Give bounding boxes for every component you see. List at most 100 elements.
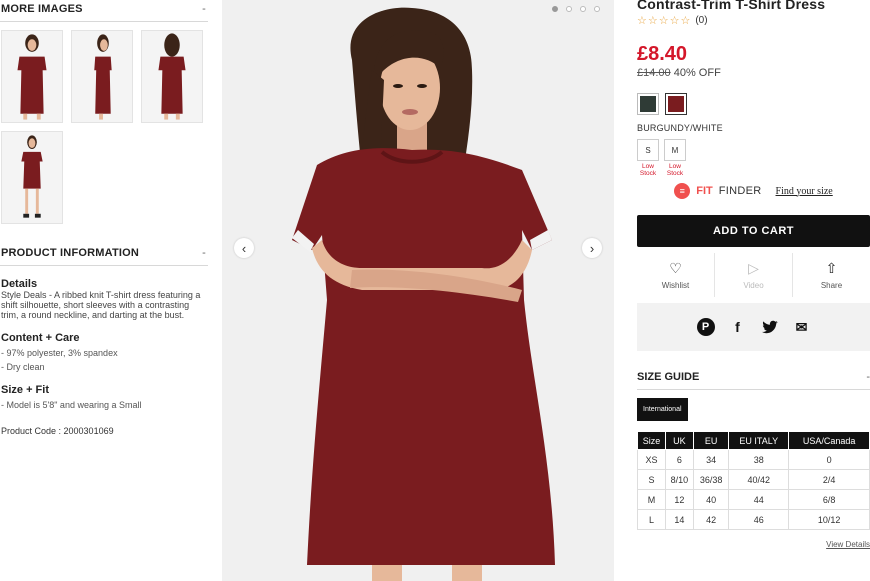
play-icon: ▷ [748,260,759,276]
product-info-header[interactable]: PRODUCT INFORMATION - [0,244,208,266]
size-option[interactable]: M Low Stock [664,139,686,177]
fit-item: - Model is 5'8" and wearing a Small [1,400,142,410]
column-header: UK [664,431,694,450]
view-details-link[interactable]: View Details [637,540,870,549]
swatch-burgundy[interactable] [665,93,687,115]
fit-finder-brand: FIT [696,185,713,197]
product-info-title: PRODUCT INFORMATION [1,247,140,259]
add-to-cart-button[interactable]: ADD TO CART [637,215,870,247]
table-cell: 46 [728,509,790,530]
table-cell: S [637,469,666,490]
thumbnail-front[interactable] [1,30,63,123]
table-cell: 44 [728,489,790,510]
thumbnail-side[interactable] [71,30,133,123]
size-options: S Low Stock M Low Stock [637,139,870,177]
stock-status: Low Stock [666,163,684,177]
main-product-image[interactable]: ‹ › [222,0,614,581]
share-button[interactable]: ⇧ Share [793,253,870,297]
social-share-bar: P f ✉ [637,303,870,351]
table-row: L 14 42 46 10/12 [637,509,870,530]
table-cell: 0 [788,449,870,470]
review-count: (0) [695,15,708,26]
chevron-left-icon: ‹ [241,240,247,256]
carousel-dot[interactable] [566,6,572,12]
details-heading: Details [1,278,38,290]
more-images-title: MORE IMAGES [1,3,83,15]
size-guide-title: SIZE GUIDE [637,371,700,383]
collapse-icon[interactable]: - [866,371,870,383]
table-header-row: Size UK EU EU ITALY USA/Canada [637,431,870,450]
column-header: Size [637,431,666,450]
collapse-icon[interactable]: - [202,3,206,15]
content-care-heading: Content + Care [1,332,80,344]
table-cell: 36/38 [692,469,730,490]
twitter-icon[interactable] [761,318,779,336]
selected-color-name: BURGUNDY/WHITE [637,123,723,133]
column-header: USA/Canada [788,431,870,450]
thumbnail-image [72,31,132,122]
thumbnail-image [142,31,202,122]
size-button-s[interactable]: S [637,139,659,161]
size-button-m[interactable]: M [664,139,686,161]
find-your-size-link[interactable]: Find your size [776,186,833,197]
thumbnail-back[interactable] [141,30,203,123]
size-guide-header[interactable]: SIZE GUIDE - [637,371,870,390]
column-header: EU ITALY [728,431,790,450]
content-item: - 97% polyester, 3% spandex [1,348,118,358]
wishlist-button[interactable]: ♡ Wishlist [637,253,715,297]
table-cell: 6/8 [788,489,870,510]
star-rating-icon: ☆☆☆☆☆ [637,15,692,27]
fit-finder-icon: ≡ [674,183,691,199]
video-button[interactable]: ▷ Video [715,253,793,297]
size-guide-table: Size UK EU EU ITALY USA/Canada XS 6 34 3… [637,431,870,530]
swatch-color [640,96,656,112]
thumbnail-image [2,132,62,223]
table-cell: L [637,509,666,530]
share-label: Share [820,281,843,290]
table-row: M 12 40 44 6/8 [637,489,870,510]
next-image-button[interactable]: › [582,238,602,258]
rating[interactable]: ☆☆☆☆☆ (0) [637,14,870,27]
table-cell: 6 [664,449,694,470]
facebook-icon[interactable]: f [729,318,747,336]
size-fit-heading: Size + Fit [1,384,49,396]
original-price-row: £14.00 40% OFF [637,67,870,79]
fit-finder: ≡ FIT FINDER Find your size [637,183,870,199]
product-info-body: Details Style Deals - A ribbed knit T-sh… [0,278,208,436]
carousel-dots [552,6,600,12]
carousel-dot[interactable] [552,6,558,12]
international-tab[interactable]: International [637,398,688,421]
details-brand: Style Deals [1,290,47,300]
table-cell: 40/42 [728,469,790,490]
original-price: £14.00 [637,67,671,79]
table-cell: 8/10 [664,469,694,490]
carousel-dot[interactable] [594,6,600,12]
more-images-header[interactable]: MORE IMAGES - [0,0,208,22]
stock-status: Low Stock [639,163,657,177]
thumbnail-full-length[interactable] [1,131,63,224]
swatch-dark-green[interactable] [637,93,659,115]
carousel-dot[interactable] [580,6,586,12]
collapse-icon[interactable]: - [202,247,206,259]
swatch-color [668,96,684,112]
wishlist-label: Wishlist [661,281,690,290]
previous-image-button[interactable]: ‹ [234,238,254,258]
model-photo [222,0,614,581]
column-header: EU [692,431,730,450]
table-row: XS 6 34 38 0 [637,449,870,470]
table-row: S 8/10 36/38 40/42 2/4 [637,469,870,490]
pinterest-icon[interactable]: P [696,318,715,336]
heart-icon: ♡ [669,260,682,276]
table-cell: 12 [664,489,694,510]
share-icon: ⇧ [825,260,838,276]
video-label: Video [743,281,764,290]
size-option[interactable]: S Low Stock [637,139,659,177]
table-cell: 14 [664,509,694,530]
table-cell: 2/4 [788,469,870,490]
thumbnail-image [2,31,62,122]
discount-label: 40% OFF [673,67,721,79]
product-code: Product Code : 2000301069 [1,426,114,436]
table-cell: 38 [728,449,790,470]
color-swatches [637,93,870,115]
email-icon[interactable]: ✉ [793,318,811,336]
